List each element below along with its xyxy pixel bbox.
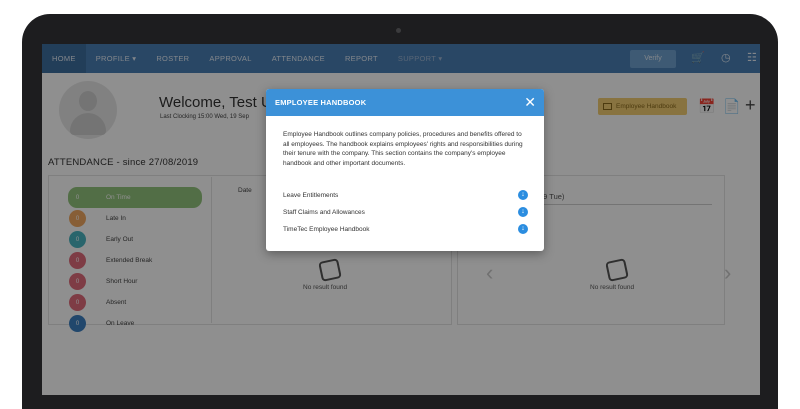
handbook-link-label: Staff Claims and Allowances xyxy=(283,208,365,216)
webcam-dot xyxy=(396,28,401,33)
handbook-link-timetec-handbook[interactable]: TimeTec Employee Handbook ↓ xyxy=(283,223,528,235)
handbook-link-leave-entitlements[interactable]: Leave Entitlements ↓ xyxy=(283,189,528,201)
download-icon[interactable]: ↓ xyxy=(518,190,528,200)
handbook-link-label: Leave Entitlements xyxy=(283,191,339,199)
download-icon[interactable]: ↓ xyxy=(518,207,528,217)
download-icon[interactable]: ↓ xyxy=(518,224,528,234)
close-icon[interactable]: ✕ xyxy=(524,95,536,109)
modal-header: EMPLOYEE HANDBOOK xyxy=(266,89,544,116)
modal-title: EMPLOYEE HANDBOOK xyxy=(275,98,367,107)
employee-handbook-modal: EMPLOYEE HANDBOOK ✕ Employee Handbook ou… xyxy=(266,89,544,251)
handbook-link-staff-claims[interactable]: Staff Claims and Allowances ↓ xyxy=(283,206,528,218)
app-screen: HOME PROFILE ▾ ROSTER APPROVAL ATTENDANC… xyxy=(42,44,760,395)
handbook-link-label: TimeTec Employee Handbook xyxy=(283,225,370,233)
modal-description: Employee Handbook outlines company polic… xyxy=(283,131,523,167)
